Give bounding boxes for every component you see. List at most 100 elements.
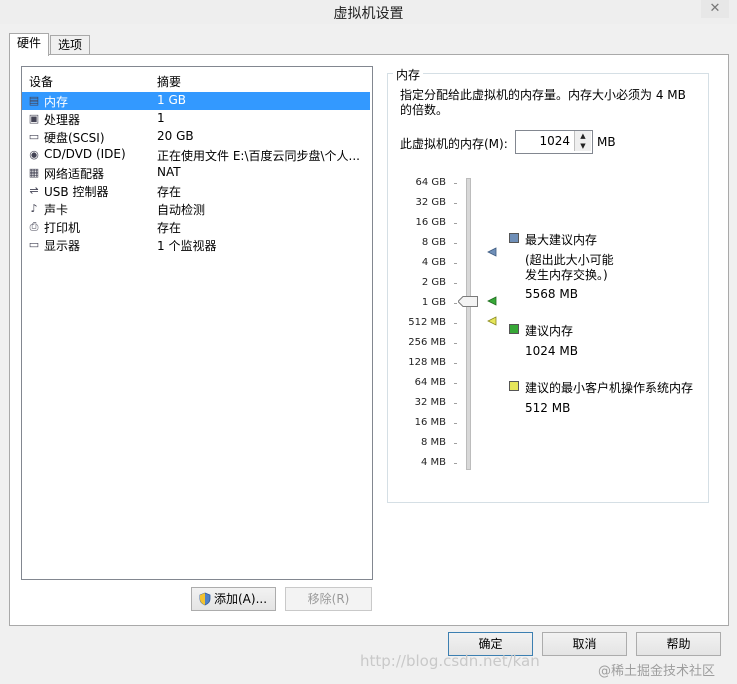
scale-label: 4 MB [420, 457, 446, 468]
sound-icon: ♪ [30, 202, 38, 215]
recommended-memory-value: 1024 MB [525, 344, 578, 358]
close-icon[interactable]: ✕ [701, 0, 729, 18]
cpu-icon: ▣ [28, 112, 40, 125]
scale-tick [454, 383, 457, 384]
scale-label: 32 MB [414, 397, 446, 408]
recommended-memory-title: 建议内存 [525, 324, 574, 338]
min-memory-value: 512 MB [525, 401, 571, 415]
watermark-brand: @稀土掘金技术社区 [598, 664, 716, 679]
max-memory-value: 5568 MB [525, 287, 578, 301]
memory-group-label: 内存 [393, 66, 424, 83]
usb-icon: ⇌ [29, 184, 39, 197]
network-icon: ▦ [28, 166, 40, 179]
device-row-display[interactable]: ▭ 显示器 1 个监视器 [22, 236, 370, 254]
column-header-device[interactable]: 设备 [29, 73, 53, 90]
cancel-button[interactable]: 取消 [542, 632, 627, 656]
device-name: 内存 [44, 95, 69, 109]
tab-options[interactable]: 选项 [50, 35, 90, 55]
printer-icon: ⎙ [29, 220, 39, 233]
max-memory-legend-icon [509, 233, 519, 243]
device-row-sound[interactable]: ♪ 声卡 自动检测 [22, 200, 370, 218]
scale-label: 512 MB [408, 317, 446, 328]
watermark-url: http://blog.csdn.net/kan [360, 652, 540, 670]
scale-label: 1 GB [421, 297, 446, 308]
memory-slider-thumb[interactable] [458, 296, 478, 307]
scale-tick [454, 223, 457, 224]
scale-label: 8 GB [421, 237, 446, 248]
scale-label: 16 GB [415, 217, 446, 228]
harddisk-icon: ▭ [28, 130, 40, 143]
scale-label: 32 GB [415, 197, 446, 208]
spin-up-icon[interactable]: ▲ [574, 131, 591, 141]
device-name: 硬盘(SCSI) [44, 131, 105, 145]
window-title: 虚拟机设置 [333, 6, 404, 22]
spin-down-icon[interactable]: ▼ [574, 141, 591, 151]
scale-tick [454, 303, 457, 304]
device-summary: 自动检测 [157, 203, 206, 217]
max-memory-title: 最大建议内存 [525, 233, 598, 247]
scale-tick [454, 423, 457, 424]
recommended-memory-legend-icon [509, 324, 519, 334]
device-summary: 20 GB [157, 129, 194, 143]
shield-icon [199, 592, 211, 606]
scale-tick [454, 463, 457, 464]
device-name: 打印机 [44, 221, 81, 235]
display-icon: ▭ [28, 238, 40, 251]
memory-input[interactable] [518, 133, 570, 149]
min-memory-legend-icon [509, 381, 519, 391]
scale-tick [454, 263, 457, 264]
memory-icon: ▤ [28, 94, 40, 107]
device-row-usb[interactable]: ⇌ USB 控制器 存在 [22, 182, 370, 200]
scale-label: 8 MB [420, 437, 446, 448]
scale-tick [454, 323, 457, 324]
device-name: 处理器 [44, 113, 81, 127]
min-memory-title: 建议的最小客户机操作系统内存 [525, 381, 694, 395]
max-memory-note: 发生内存交换。) [525, 268, 608, 282]
device-name: 网络适配器 [44, 167, 105, 181]
scale-tick [454, 203, 457, 204]
scale-label: 64 GB [415, 177, 446, 188]
device-row-cpu[interactable]: ▣ 处理器 1 [22, 110, 370, 128]
remove-device-button[interactable]: 移除(R) [285, 587, 372, 611]
device-row-memory[interactable]: ▤ 内存 1 GB [22, 92, 370, 110]
device-summary: NAT [157, 165, 181, 179]
device-row-printer[interactable]: ⎙ 打印机 存在 [22, 218, 370, 236]
memory-slider-track[interactable] [466, 178, 471, 470]
device-summary: 1 [157, 111, 165, 125]
scale-label: 256 MB [408, 337, 446, 348]
tab-hardware[interactable]: 硬件 [9, 33, 49, 56]
cdrom-icon: ◉ [29, 148, 39, 161]
device-summary: 1 GB [157, 93, 186, 107]
scale-tick [454, 183, 457, 184]
device-row-cdrom[interactable]: ◉ CD/DVD (IDE) 正在使用文件 E:\百度云同步盘\个人... [22, 146, 370, 164]
memory-spinbox: ▲ ▼ [515, 130, 593, 154]
column-header-summary[interactable]: 摘要 [157, 73, 181, 90]
add-device-button[interactable]: 添加(A)... [191, 587, 276, 611]
max-memory-marker-icon [487, 247, 497, 257]
min-memory-marker-icon [487, 316, 497, 326]
scale-label: 16 MB [414, 417, 446, 428]
scale-label: 2 GB [421, 277, 446, 288]
device-summary: 1 个监视器 [157, 239, 217, 253]
device-row-harddisk[interactable]: ▭ 硬盘(SCSI) 20 GB [22, 128, 370, 146]
scale-tick [454, 283, 457, 284]
device-row-network[interactable]: ▦ 网络适配器 NAT [22, 164, 370, 182]
recommended-memory-marker-icon [487, 296, 497, 306]
add-device-label: 添加(A)... [214, 592, 268, 606]
scale-tick [454, 343, 457, 344]
scale-tick [454, 403, 457, 404]
scale-tick [454, 243, 457, 244]
device-name: 声卡 [44, 203, 69, 217]
help-button[interactable]: 帮助 [636, 632, 721, 656]
memory-unit: MB [597, 135, 616, 149]
scale-tick [454, 443, 457, 444]
device-name: 显示器 [44, 239, 81, 253]
memory-description: 指定分配给此虚拟机的内存量。内存大小必须为 4 MB 的倍数。 [400, 88, 686, 117]
scale-label: 64 MB [414, 377, 446, 388]
device-summary: 存在 [157, 221, 182, 235]
device-summary: 正在使用文件 E:\百度云同步盘\个人... [157, 149, 360, 163]
device-name: USB 控制器 [44, 185, 109, 199]
memory-field-label: 此虚拟机的内存(M): [400, 137, 508, 151]
device-name: CD/DVD (IDE) [44, 147, 126, 161]
scale-label: 128 MB [408, 357, 446, 368]
